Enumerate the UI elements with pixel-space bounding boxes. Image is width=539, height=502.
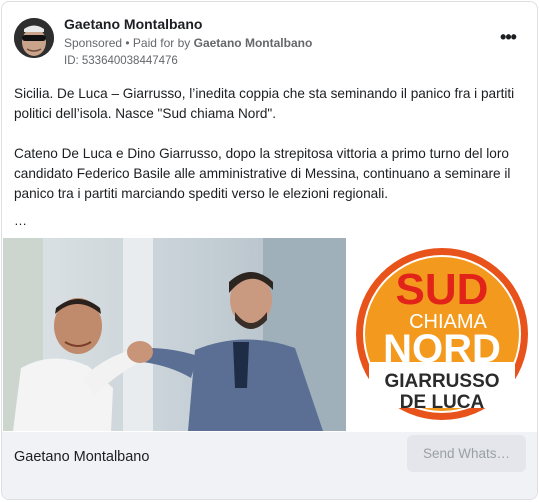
party-logo[interactable]: SUD CHIAMA NORD GIARRUSSO DE LUCA bbox=[348, 238, 537, 431]
ad-id: ID: 533640038447476 bbox=[64, 55, 178, 67]
sponsored-line: Sponsored • Paid for by Gaetano Montalba… bbox=[64, 36, 312, 50]
sud-chiama-nord-logo: SUD CHIAMA NORD GIARRUSSO DE LUCA bbox=[356, 248, 528, 420]
logo-sud: SUD bbox=[396, 265, 489, 314]
footer-page-name[interactable]: Gaetano Montalbano bbox=[14, 449, 149, 465]
ad-photo[interactable] bbox=[3, 238, 346, 431]
more-horizontal-icon[interactable]: ••• bbox=[494, 28, 522, 50]
logo-nord: NORD bbox=[383, 327, 501, 371]
paid-for-prefix: • Paid for by bbox=[122, 36, 194, 50]
handshake-photo bbox=[3, 238, 346, 431]
see-more-ellipsis[interactable]: … bbox=[14, 213, 27, 228]
ad-card: Gaetano Montalbano Sponsored • Paid for … bbox=[1, 1, 538, 500]
post-paragraph-2: Cateno De Luca e Dino Giarrusso, dopo la… bbox=[14, 146, 511, 201]
post-paragraph-1: Sicilia. De Luca – Giarrusso, l’inedita … bbox=[14, 86, 515, 121]
logo-de-luca: DE LUCA bbox=[400, 392, 485, 413]
post-text: Sicilia. De Luca – Giarrusso, l’inedita … bbox=[14, 84, 529, 204]
ad-footer: Gaetano Montalbano Send Whats… bbox=[2, 432, 537, 499]
logo-giarrusso: GIARRUSSO bbox=[384, 371, 499, 392]
avatar[interactable] bbox=[14, 18, 54, 58]
send-whatsapp-button[interactable]: Send Whats… bbox=[407, 435, 526, 472]
avatar-image bbox=[14, 18, 54, 58]
page-name[interactable]: Gaetano Montalbano bbox=[64, 16, 202, 32]
paid-for-name[interactable]: Gaetano Montalbano bbox=[194, 36, 313, 50]
sponsored-label: Sponsored bbox=[64, 36, 123, 50]
